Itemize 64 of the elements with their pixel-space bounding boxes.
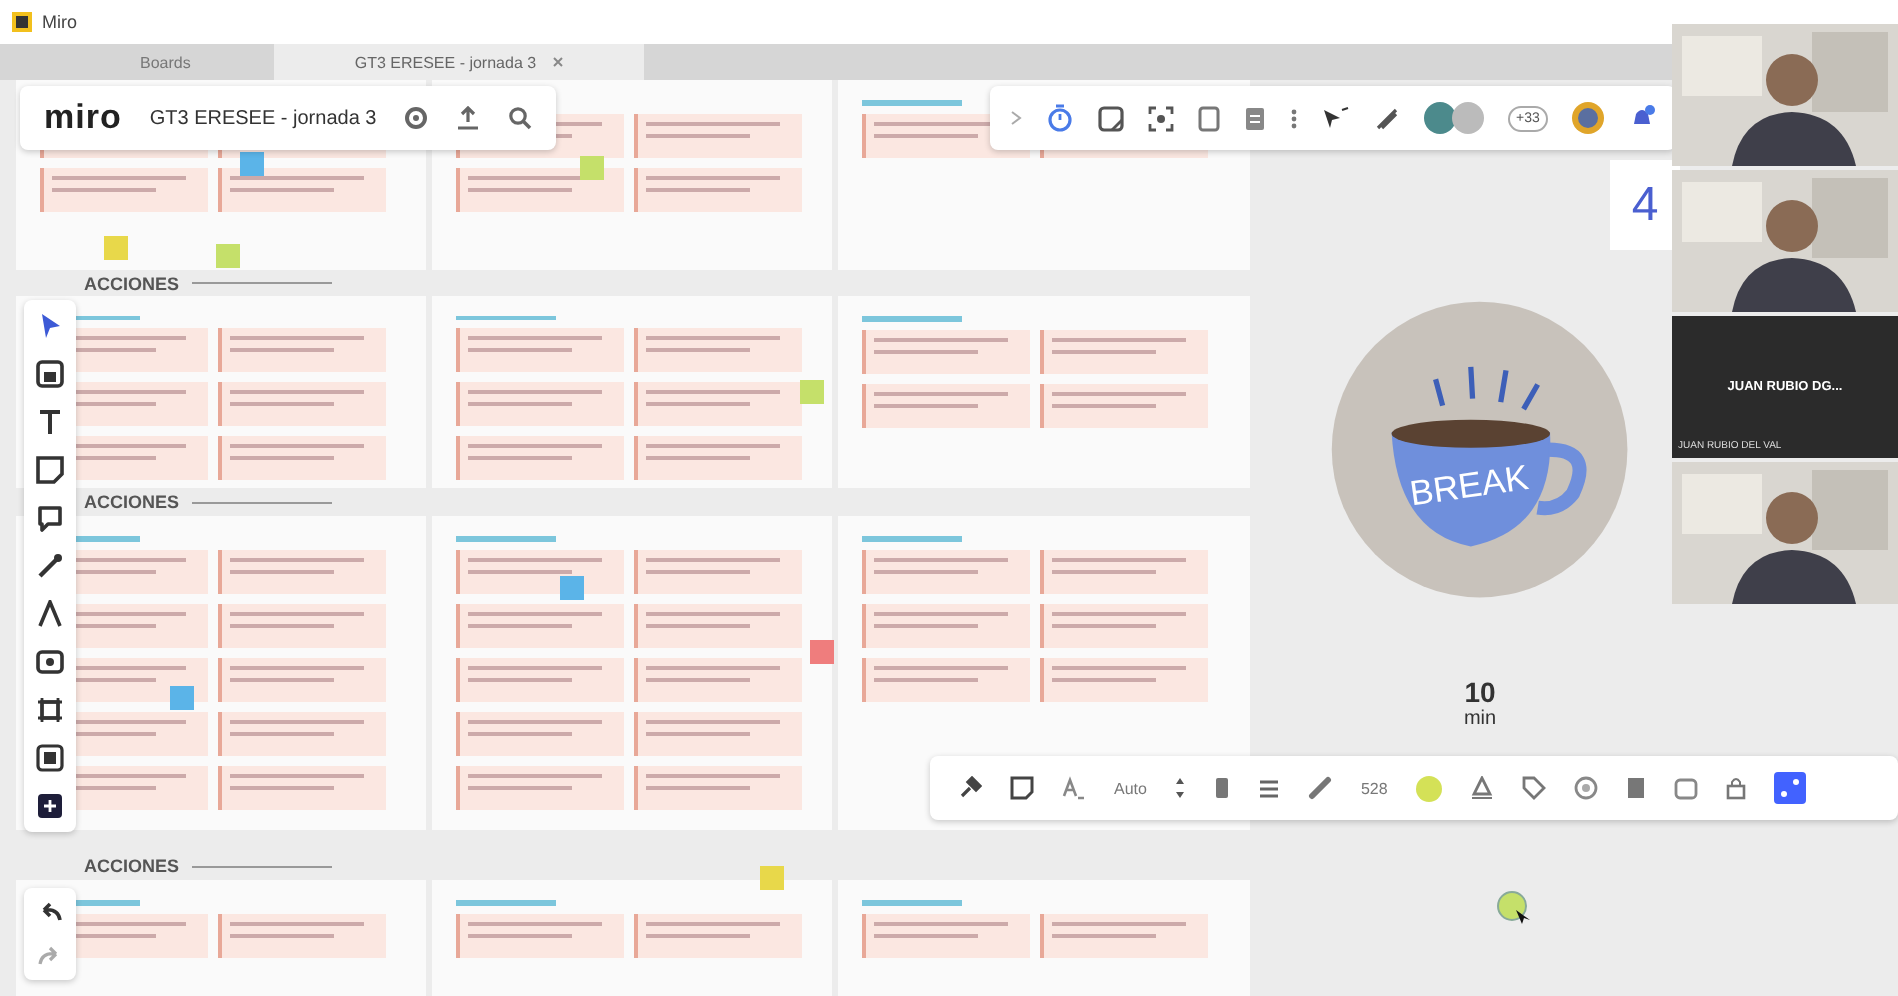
sticky-note: [240, 152, 264, 176]
font-selector[interactable]: Auto: [1114, 779, 1147, 797]
avatar-icon[interactable]: [1424, 102, 1456, 134]
close-icon[interactable]: [552, 56, 565, 68]
sticky-note: [810, 640, 834, 664]
frame-heading-bar: [862, 535, 962, 542]
font-size-selector[interactable]: 528: [1360, 779, 1388, 797]
tab[interactable]: GT3 ERESEE - jornada 3: [274, 44, 645, 80]
section-title: ACCIONES: [84, 273, 180, 294]
frame-heading-bar: [862, 316, 962, 323]
timer-minutes: 10: [1464, 676, 1496, 708]
panel-value: 4: [1631, 177, 1659, 233]
text-tool-icon[interactable]: [36, 408, 64, 436]
board-title[interactable]: GT3 ERESEE - jornada 3: [149, 107, 377, 129]
template-icon[interactable]: [36, 648, 64, 676]
logo[interactable]: miro: [44, 98, 122, 138]
sticky-note: [216, 244, 240, 268]
frame-heading-bar: [456, 899, 556, 906]
sticky-note-icon[interactable]: [1010, 776, 1034, 800]
cursor-icon[interactable]: [1322, 105, 1350, 131]
sticky-note-icon[interactable]: [36, 456, 64, 484]
apps-icon[interactable]: [36, 792, 64, 820]
more-icon[interactable]: [1290, 107, 1298, 129]
focus-icon[interactable]: [1148, 105, 1174, 131]
document-icon[interactable]: [1244, 105, 1266, 131]
timer-icon[interactable]: [1046, 104, 1074, 132]
sticky-note: [580, 156, 604, 180]
frame-heading-bar: [862, 100, 962, 106]
embed-icon[interactable]: [36, 744, 64, 772]
sticky-note: [760, 866, 784, 890]
user-avatar-icon[interactable]: [1571, 102, 1604, 134]
pen-icon[interactable]: [36, 552, 64, 580]
shape-icon[interactable]: [36, 600, 64, 628]
note-icon[interactable]: [1098, 105, 1124, 131]
emoji-icon[interactable]: [1573, 776, 1598, 800]
lock-icon[interactable]: [1725, 776, 1746, 800]
frame-icon[interactable]: [36, 360, 64, 388]
comment-icon[interactable]: [36, 504, 64, 532]
frame-heading-bar: [456, 316, 556, 321]
upload-icon[interactable]: [456, 106, 481, 130]
timer-unit: min: [1463, 708, 1497, 732]
frame-heading-bar: [456, 535, 556, 542]
select-icon[interactable]: [36, 312, 64, 340]
crop-icon[interactable]: [36, 696, 64, 724]
search-icon[interactable]: [508, 106, 533, 130]
sticky-note: [104, 236, 128, 260]
stepper-icon[interactable]: [1174, 776, 1187, 800]
window-title: Miro: [42, 12, 77, 32]
card-icon[interactable]: [1198, 105, 1220, 131]
tag-icon[interactable]: [1521, 776, 1546, 800]
sticky-note: [170, 686, 194, 710]
color-swatch[interactable]: [1415, 775, 1442, 801]
break-label: BREAK: [1407, 457, 1531, 514]
frame-heading-bar: [862, 899, 962, 906]
pen-icon[interactable]: [1374, 105, 1400, 131]
section-title: ACCIONES: [84, 856, 180, 877]
section-title: ACCIONES: [84, 492, 180, 513]
settings-icon[interactable]: [404, 106, 429, 130]
author-icon[interactable]: [1469, 776, 1494, 800]
app-icon: [12, 12, 32, 32]
align-icon[interactable]: [1258, 777, 1281, 799]
font-icon[interactable]: [1062, 776, 1086, 800]
sticky-note: [560, 576, 584, 600]
sticky-note: [800, 380, 824, 404]
